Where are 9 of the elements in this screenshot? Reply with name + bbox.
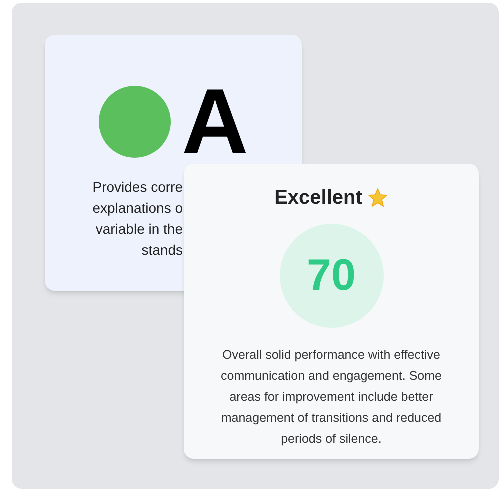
- description-line: variable in the: [96, 220, 183, 239]
- card-title: Excellent: [274, 186, 362, 211]
- score-value: 70: [307, 250, 356, 302]
- description-line: stands: [142, 241, 183, 260]
- star-icon: [368, 188, 388, 208]
- summary-text: Overall solid performance with effective communication and engagement. Some areas for improvement include better management of transitions and reduced periods of silence.: [220, 347, 443, 448]
- description-line: explanations o: [92, 199, 183, 218]
- grade-letter: A: [182, 84, 248, 160]
- description-line: Provides corre: [92, 178, 183, 197]
